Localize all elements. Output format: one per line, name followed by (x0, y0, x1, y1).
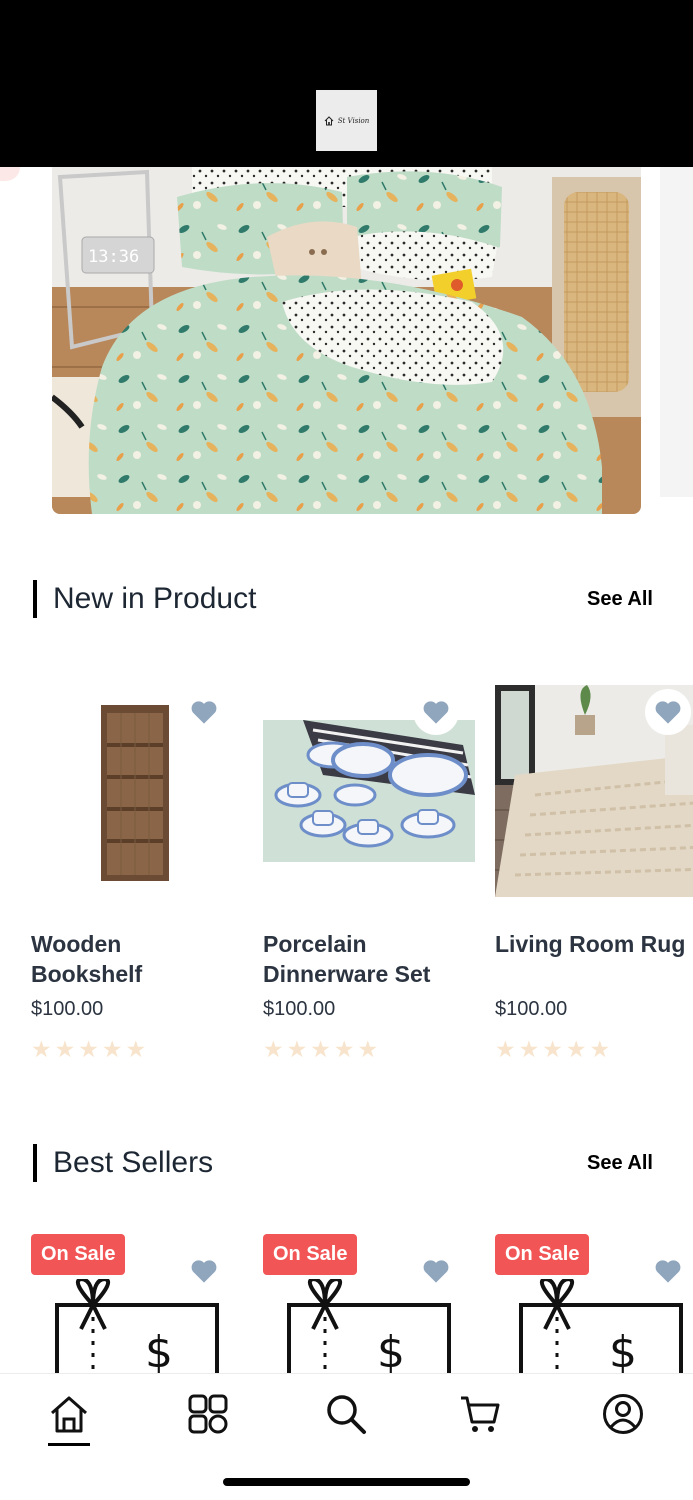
heart-icon (423, 701, 449, 724)
rating-stars: ★ ★ ★ ★ ★ (31, 1038, 146, 1061)
star-icon: ★ (78, 1036, 99, 1062)
profile-icon (603, 1394, 643, 1434)
on-sale-badge: On Sale (495, 1234, 590, 1275)
svg-text:$: $ (609, 1327, 637, 1378)
search-icon (327, 1395, 366, 1434)
product-name[interactable]: Living Room Rug (495, 929, 693, 959)
star-icon: ★ (518, 1036, 540, 1062)
svg-text:13:36: 13:36 (88, 247, 139, 267)
favorite-button[interactable] (413, 1248, 459, 1294)
gift-placeholder-icon: $ (517, 1276, 693, 1384)
product-price: $100.00 (31, 998, 104, 1020)
app-header: St Vision (0, 0, 693, 167)
tab-cart[interactable] (450, 1384, 510, 1444)
star-icon: ★ (263, 1036, 284, 1062)
favorite-button[interactable] (645, 1248, 691, 1294)
star-icon: ★ (54, 1036, 76, 1062)
product-price: $100.00 (495, 998, 568, 1020)
store-logo[interactable]: St Vision (316, 90, 377, 151)
logo-text: St Vision (337, 116, 370, 125)
star-icon: ★ (565, 1036, 587, 1062)
heart-icon (655, 1260, 681, 1283)
next-banner-preview[interactable] (660, 167, 693, 497)
star-icon: ★ (357, 1036, 379, 1062)
previous-slide-edge (0, 167, 20, 181)
favorite-button[interactable] (413, 689, 459, 735)
gift-placeholder-icon: $ (53, 1276, 233, 1384)
product-name[interactable]: Porcelain Dinnerware Set (263, 929, 493, 989)
favorite-button[interactable] (181, 1248, 227, 1294)
house-logo-icon (324, 115, 334, 125)
star-icon: ★ (589, 1036, 611, 1062)
see-all-new-in-link[interactable]: See All (587, 588, 653, 611)
star-icon: ★ (495, 1036, 516, 1062)
gift-placeholder-icon: $ (285, 1276, 465, 1384)
on-sale-badge: On Sale (31, 1234, 126, 1275)
best-sellers-header: Best Sellers See All (33, 1144, 653, 1184)
section-accent-bar (33, 1144, 37, 1182)
product-card-porcelain-dinnerware[interactable]: Porcelain Dinnerware Set $100.00 ★ ★ ★ ★ ★ (263, 685, 475, 1075)
best-seller-card[interactable]: $ On Sale (263, 1234, 475, 1384)
star-icon: ★ (310, 1036, 331, 1062)
svg-text:$: $ (145, 1327, 173, 1378)
star-icon: ★ (542, 1036, 563, 1062)
star-icon: ★ (101, 1036, 123, 1062)
see-all-best-sellers-link[interactable]: See All (587, 1152, 653, 1175)
product-card-wooden-bookshelf[interactable]: Wooden Bookshelf $100.00 ★ ★ ★ ★ ★ (31, 685, 243, 1075)
bedding-photo: 13:36 (52, 167, 641, 514)
star-icon: ★ (286, 1036, 308, 1062)
new-in-product-header: New in Product See All (33, 580, 653, 620)
section-title: Best Sellers (53, 1146, 214, 1179)
tab-search[interactable] (316, 1384, 376, 1444)
star-icon: ★ (333, 1036, 355, 1062)
section-accent-bar (33, 580, 37, 618)
active-tab-indicator (48, 1443, 90, 1446)
favorite-button[interactable] (181, 689, 227, 735)
hero-carousel[interactable]: 13:36 (0, 167, 693, 517)
heart-icon (655, 701, 681, 724)
heart-icon (191, 1260, 217, 1283)
best-seller-card[interactable]: $ On Sale (495, 1234, 693, 1384)
hero-banner-bedding[interactable]: 13:36 (52, 167, 641, 514)
cart-icon (461, 1396, 500, 1432)
product-card-living-room-rug[interactable]: Living Room Rug $100.00 ★ ★ ★ ★ ★ (495, 685, 693, 1075)
on-sale-badge: On Sale (263, 1234, 358, 1275)
best-seller-card[interactable]: $ On Sale (31, 1234, 243, 1384)
star-icon: ★ (125, 1036, 147, 1062)
svg-text:$: $ (377, 1327, 405, 1378)
grid-icon (188, 1394, 228, 1434)
section-title: New in Product (53, 582, 257, 615)
heart-icon (423, 1260, 449, 1283)
home-icon (51, 1396, 87, 1433)
star-icon: ★ (31, 1036, 52, 1062)
tab-profile[interactable] (593, 1384, 653, 1444)
product-name[interactable]: Wooden Bookshelf (31, 929, 261, 989)
favorite-button[interactable] (645, 689, 691, 735)
home-indicator (223, 1478, 470, 1486)
tab-categories[interactable] (178, 1384, 238, 1444)
product-price: $100.00 (263, 998, 336, 1020)
rating-stars: ★ ★ ★ ★ ★ (495, 1038, 610, 1061)
rating-stars: ★ ★ ★ ★ ★ (263, 1038, 378, 1061)
tab-home[interactable] (39, 1384, 99, 1446)
heart-icon (191, 701, 217, 724)
